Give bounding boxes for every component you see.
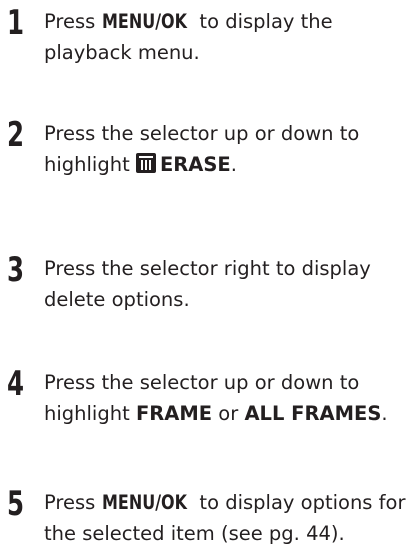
step-text: Press MENU/OK to display options for the… <box>44 487 405 549</box>
menu-ok-key-label: MENU/OK <box>101 10 187 33</box>
text-segment: . <box>381 402 388 425</box>
step-number: 2 <box>7 115 25 155</box>
text-segment: to display the <box>193 10 333 33</box>
step-line: playback menu. <box>44 41 200 64</box>
step-text: Press the selector up or down to highlig… <box>44 118 359 180</box>
step-line: Press the selector up or down to <box>44 371 360 394</box>
trash-icon <box>135 153 156 173</box>
menu-ok-key-label: MENU/OK <box>101 491 187 514</box>
text-segment: or <box>212 402 245 425</box>
erase-label: ERASE <box>159 153 231 176</box>
text-segment: to display options for <box>193 491 406 514</box>
step-line: Press the selector up or down to <box>44 122 360 145</box>
text-segment: Press <box>44 10 102 33</box>
step-line: Press the selector right to display <box>44 257 371 280</box>
frame-label: FRAME <box>135 402 213 425</box>
text-segment: Press <box>44 491 102 514</box>
step-number: 1 <box>7 3 25 43</box>
step-number: 5 <box>7 484 25 524</box>
step-line: delete options. <box>44 288 190 311</box>
step-number: 3 <box>7 250 25 290</box>
text-segment: . <box>230 153 237 176</box>
text-segment: highlight <box>44 402 136 425</box>
step-line: Press MENU/OK to display the <box>44 6 333 37</box>
step-number: 4 <box>7 364 25 404</box>
step-text: Press MENU/OK to display the playback me… <box>44 6 333 68</box>
step-text: Press the selector up or down to highlig… <box>44 367 388 429</box>
text-segment: highlight <box>44 153 136 176</box>
step-line: Press MENU/OK to display options for <box>44 487 405 518</box>
step-line: highlight ERASE. <box>44 149 359 180</box>
step-line: the selected item (see pg. 44). <box>44 522 345 545</box>
all-frames-label: ALL FRAMES <box>244 402 382 425</box>
step-text: Press the selector right to display dele… <box>44 253 371 315</box>
step-line: highlight FRAME or ALL FRAMES. <box>44 398 388 429</box>
